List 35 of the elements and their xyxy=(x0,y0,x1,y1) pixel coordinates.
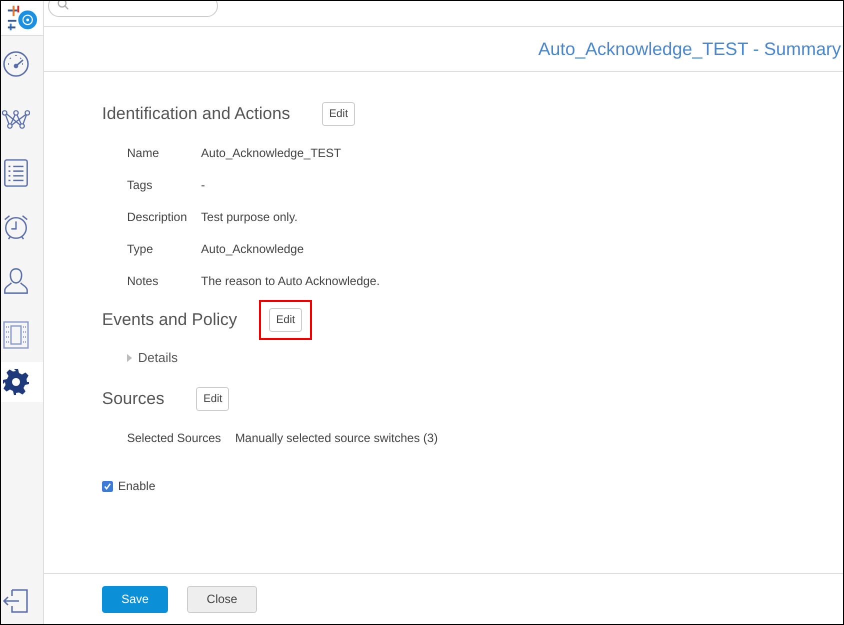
edit-button[interactable]: Edit xyxy=(322,102,356,126)
field-value: - xyxy=(201,178,206,192)
field-label: Type xyxy=(127,242,154,256)
search-icon xyxy=(57,1,69,10)
enable-checkbox[interactable]: Enable xyxy=(102,479,156,493)
field-label: Notes xyxy=(127,274,160,288)
section-title: Sources xyxy=(102,389,164,409)
gauge-icon xyxy=(2,50,30,78)
field-value: The reason to Auto Acknowledge. xyxy=(201,274,381,288)
section-title: Identification and Actions xyxy=(102,104,290,124)
settings-icon xyxy=(2,368,30,396)
field-value: Manually selected source switches (3) xyxy=(235,431,439,445)
save-button[interactable]: Save xyxy=(102,586,168,612)
logo-icon xyxy=(6,4,38,32)
details-expander[interactable]: Details xyxy=(102,334,178,367)
list-icon xyxy=(2,159,30,187)
logout-icon xyxy=(2,587,30,615)
field-value: Auto_Acknowledge xyxy=(201,242,305,256)
nav-item[interactable] xyxy=(1,362,43,402)
edit-button[interactable]: Edit xyxy=(196,387,230,411)
person-icon xyxy=(2,267,30,295)
field-label: Selected Sources xyxy=(127,431,222,445)
field-label: Tags xyxy=(127,178,154,192)
search-field[interactable] xyxy=(48,1,218,17)
alarm-clock-icon xyxy=(2,213,30,241)
field-label: Name xyxy=(127,146,160,160)
section-title: Events and Policy xyxy=(102,310,238,330)
close-button[interactable]: Close xyxy=(187,586,257,612)
grid-icon xyxy=(2,321,30,349)
field-value: Test purpose only. xyxy=(201,210,299,224)
checkmark-icon xyxy=(103,482,112,490)
field-value: Auto_Acknowledge_TEST xyxy=(201,146,342,160)
field-label: Description xyxy=(127,210,188,224)
page-title: Auto_Acknowledge_TEST - Summary xyxy=(538,38,841,60)
edit-button[interactable]: Edit xyxy=(269,308,302,332)
